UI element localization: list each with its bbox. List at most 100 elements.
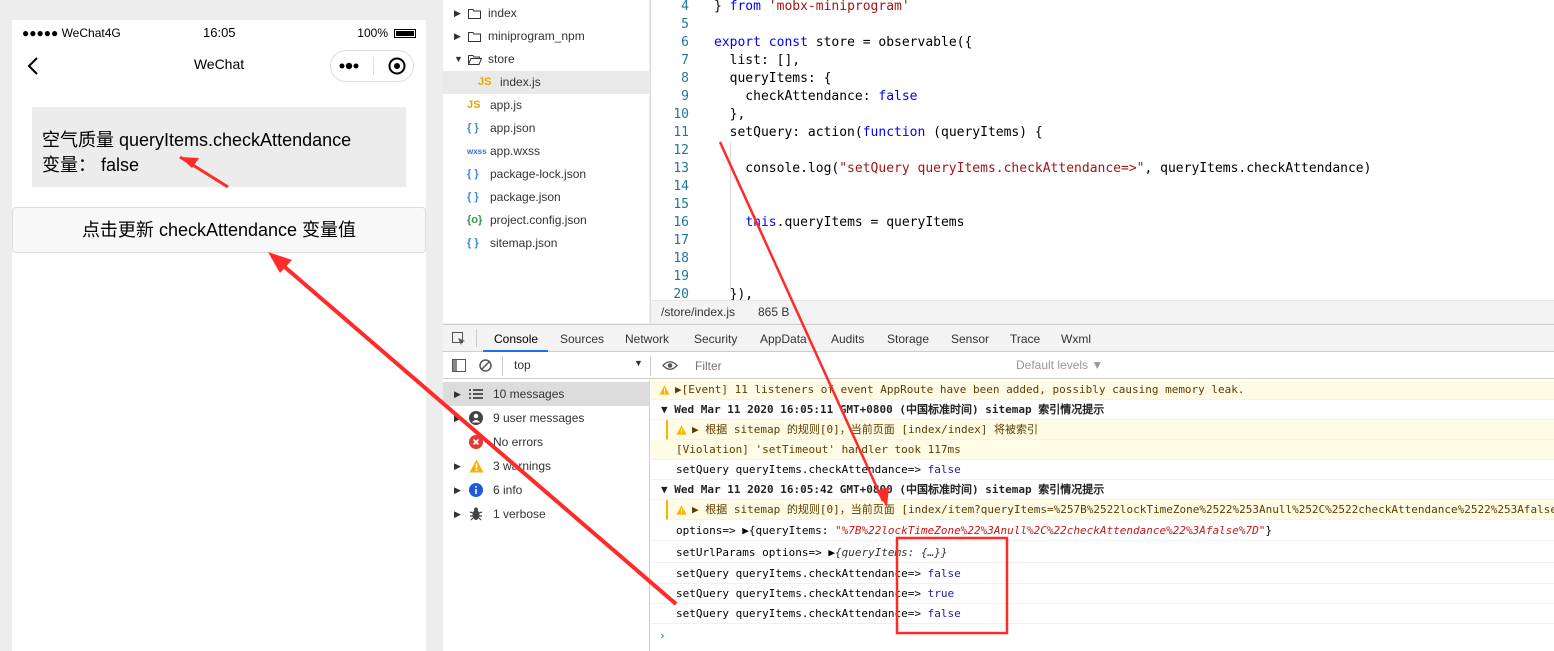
console-text: ▼ Wed Mar 11 2020 16:05:11 GMT+0800 (中国标…: [661, 403, 1105, 416]
console-text: ▼ Wed Mar 11 2020 16:05:42 GMT+0800 (中国标…: [661, 483, 1105, 496]
console-tail: }: [1265, 524, 1273, 537]
sidebar-item-label: 6 info: [493, 483, 523, 497]
tree-item-miniprogram-npm[interactable]: ▶ miniprogram_npm: [443, 25, 649, 48]
more-dots-icon[interactable]: [337, 61, 361, 71]
tab-network[interactable]: Network: [625, 332, 669, 346]
console-text: setUrlParams options=> ▶: [676, 546, 835, 559]
tree-item-store[interactable]: ▼ store: [443, 48, 649, 71]
line-number: 14: [673, 179, 689, 194]
collapsed-arrow-icon: ▶: [454, 413, 461, 423]
tab-security[interactable]: Security: [694, 332, 737, 346]
console-message[interactable]: ▶ 根据 sitemap 的规则[0]，当前页面 [index/item?que…: [666, 500, 1554, 520]
tab-trace[interactable]: Trace: [1010, 332, 1040, 346]
line-number: 6: [681, 35, 689, 50]
console-text: setQuery queryItems.checkAttendance=>: [676, 567, 928, 580]
warning-icon: [469, 459, 484, 473]
code-editor[interactable]: 4} from 'mobx-miniprogram' 5 6 export const…: [650, 0, 1554, 300]
folder-icon: [468, 32, 481, 42]
tree-item-sitemap-json[interactable]: { } sitemap.json: [443, 232, 649, 255]
warning-icon: [676, 425, 687, 435]
console-message[interactable]: setUrlParams options=> ▶{queryItems: {…}…: [651, 543, 1554, 563]
line-number: 5: [681, 17, 689, 32]
warning-icon: [676, 505, 687, 515]
folder-open-icon: [468, 55, 482, 65]
context-dropdown-icon[interactable]: ▼: [634, 358, 643, 368]
menu-capsule: [330, 50, 414, 82]
console-prompt[interactable]: ›: [651, 626, 1554, 646]
sidebar-toggle-icon[interactable]: [452, 359, 466, 372]
tree-item-label: package-lock.json: [490, 167, 587, 181]
line-number: 10: [673, 107, 689, 122]
battery-percent: 100%: [357, 26, 388, 40]
console-text: setQuery queryItems.checkAttendance=>: [676, 587, 928, 600]
tree-item-app-wxss[interactable]: wxss app.wxss: [443, 140, 649, 163]
update-attendance-button[interactable]: 点击更新 checkAttendance 变量值: [12, 207, 426, 253]
tree-item-package-lock-json[interactable]: { } package-lock.json: [443, 163, 649, 186]
tab-audits[interactable]: Audits: [831, 332, 864, 346]
tree-item-store-index-js[interactable]: JS index.js: [443, 71, 649, 94]
tree-item-label: index: [488, 6, 517, 20]
aqi-value: false: [101, 155, 140, 175]
console-value: true: [927, 587, 955, 600]
tree-item-app-json[interactable]: { } app.json: [443, 117, 649, 140]
console-message[interactable]: setQuery queryItems.checkAttendance=> fa…: [651, 604, 1554, 624]
clear-console-icon[interactable]: [479, 359, 492, 372]
console-message[interactable]: setQuery queryItems.checkAttendance=> fa…: [651, 564, 1554, 584]
code-line: 20 }),: [651, 286, 1554, 300]
sidebar-item-messages[interactable]: ▶ 10 messages: [443, 382, 650, 406]
sidebar-item-verbose[interactable]: ▶ 1 verbose: [443, 502, 650, 526]
console-message[interactable]: ▼ Wed Mar 11 2020 16:05:11 GMT+0800 (中国标…: [651, 400, 1554, 420]
tree-item-app-js[interactable]: JS app.js: [443, 94, 649, 117]
console-text: ▶ 根据 sitemap 的规则[0]，当前页面 [index/index] 将…: [692, 423, 1039, 436]
console-text: ▶ 根据 sitemap 的规则[0]，当前页面 [index/item?que…: [692, 503, 1554, 516]
eye-icon[interactable]: [662, 360, 678, 371]
log-levels-select[interactable]: Default levels ▼: [1016, 358, 1103, 372]
json-file-icon: { }: [467, 168, 479, 180]
tree-item-package-json[interactable]: { } package.json: [443, 186, 649, 209]
tab-storage[interactable]: Storage: [887, 332, 929, 346]
editor-status-bar: /store/index.js 865 B: [650, 300, 1554, 323]
tree-item-label: sitemap.json: [490, 236, 558, 250]
carrier-signal: ●●●●● WeChat4G: [22, 26, 121, 40]
tab-appdata[interactable]: AppData: [760, 332, 807, 346]
sidebar-item-user-messages[interactable]: ▶ 9 user messages: [443, 406, 650, 430]
tree-item-label: miniprogram_npm: [488, 29, 585, 43]
aqi-line1: 空气质量 queryItems.checkAttendance: [42, 130, 352, 150]
tree-item-index[interactable]: ▶ index: [443, 2, 649, 25]
sidebar-item-info[interactable]: ▶ 6 info: [443, 478, 650, 502]
console-message[interactable]: [Violation] 'setTimeout' handler took 11…: [651, 440, 1554, 460]
line-number: 4: [681, 0, 689, 14]
console-message[interactable]: ▶ 根据 sitemap 的规则[0]，当前页面 [index/index] 将…: [666, 420, 1554, 440]
inspect-element-icon[interactable]: [452, 332, 466, 346]
sidebar-item-label: 10 messages: [493, 387, 565, 401]
tree-item-label: store: [488, 52, 515, 66]
file-explorer: ▶ index ▶ miniprogram_npm ▼ store JS ind…: [443, 0, 649, 323]
console-text: [Violation] 'setTimeout' handler took 11…: [676, 443, 961, 456]
target-icon[interactable]: [387, 56, 407, 76]
tree-item-label: package.json: [490, 190, 561, 204]
code-text: setQuery: action(function (queryItems) {: [714, 125, 1043, 140]
console-filter-input[interactable]: [695, 357, 1007, 375]
console-message[interactable]: options=> ▶{queryItems: "%7B%22lockTimeZ…: [651, 521, 1554, 541]
code-line: 8 queryItems: {: [651, 70, 1554, 88]
tab-sensor[interactable]: Sensor: [951, 332, 989, 346]
tab-sources[interactable]: Sources: [560, 332, 604, 346]
console-message[interactable]: setQuery queryItems.checkAttendance=> tr…: [651, 584, 1554, 604]
line-number: 18: [673, 251, 689, 266]
sidebar-item-warnings[interactable]: ▶ 3 warnings: [443, 454, 650, 478]
code-line: 16 this.queryItems = queryItems: [651, 214, 1554, 232]
console-message[interactable]: ▶[Event] 11 listeners of event AppRoute …: [651, 380, 1554, 400]
sidebar-item-errors[interactable]: No errors: [443, 430, 650, 454]
context-select[interactable]: top: [514, 358, 531, 372]
code-line: 19: [651, 268, 1554, 286]
collapsed-arrow-icon: ▶: [454, 461, 461, 471]
file-size: 865 B: [758, 305, 790, 319]
aqi-display: 空气质量 queryItems.checkAttendance 变量： fals…: [32, 107, 406, 187]
tab-wxml[interactable]: Wxml: [1061, 332, 1091, 346]
console-message[interactable]: setQuery queryItems.checkAttendance=> fa…: [651, 460, 1554, 480]
sidebar-item-label: No errors: [493, 435, 544, 449]
tab-console[interactable]: Console: [494, 332, 538, 346]
console-message[interactable]: ▼ Wed Mar 11 2020 16:05:42 GMT+0800 (中国标…: [651, 480, 1554, 500]
line-number: 19: [673, 269, 689, 284]
tree-item-project-config-json[interactable]: {o} project.config.json: [443, 209, 649, 232]
